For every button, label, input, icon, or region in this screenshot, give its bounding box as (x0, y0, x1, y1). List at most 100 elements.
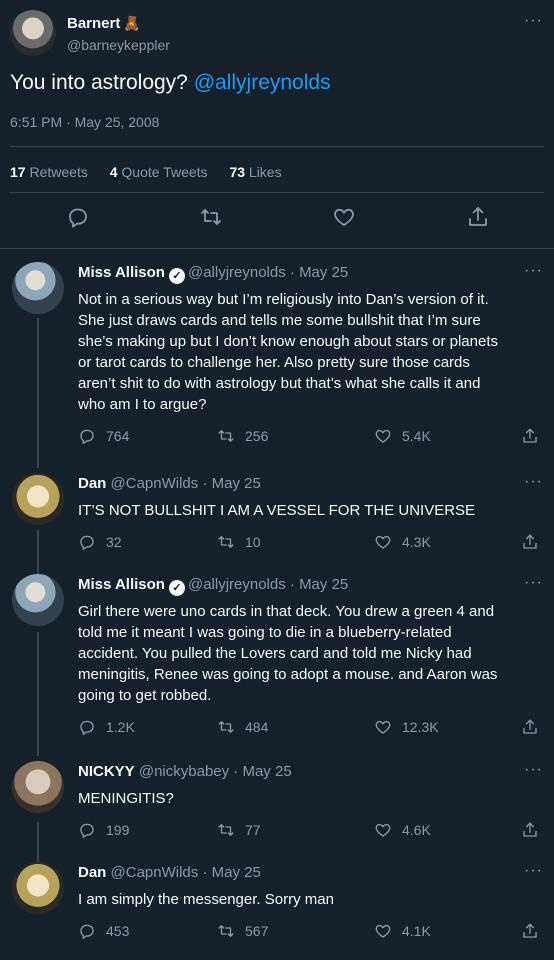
reply-icon[interactable] (66, 205, 90, 229)
like-action[interactable]: 4.6K (374, 821, 431, 839)
share-icon[interactable] (521, 533, 539, 551)
share-action[interactable] (521, 533, 539, 551)
retweet-icon[interactable] (217, 427, 235, 445)
retweets-stat[interactable]: 17 Retweets (10, 164, 88, 180)
reply-icon[interactable] (78, 427, 96, 445)
reply-header: Dan @CapnWilds · May 25 (78, 475, 261, 492)
reply-action-bar: 453 567 4.1K (78, 922, 548, 946)
like-icon[interactable] (374, 718, 392, 736)
share-action[interactable] (521, 821, 539, 839)
author-handle[interactable]: @nickybabey (139, 763, 229, 780)
avatar[interactable] (12, 262, 64, 314)
reply-date[interactable]: · May 25 (198, 475, 260, 492)
like-icon[interactable] (374, 821, 392, 839)
author-name[interactable]: Barnert 🧸 (67, 15, 141, 32)
reply-text-line: MENINGITIS? (78, 790, 174, 807)
avatar[interactable] (10, 10, 56, 56)
reply-text-line: she’s making up but I don’t know enough … (78, 333, 498, 350)
author-handle[interactable]: @CapnWilds (111, 864, 199, 881)
reply-icon[interactable] (78, 922, 96, 940)
main-tweet-header: Barnert 🧸 @barneykeppler ··· (10, 10, 544, 58)
retweet-action[interactable]: 256 (217, 427, 268, 445)
share-icon[interactable] (521, 718, 539, 736)
reply-icon[interactable] (78, 718, 96, 736)
reply-text: Not in a serious way but I’m religiously… (78, 289, 540, 415)
avatar[interactable] (12, 862, 64, 914)
reply-action-bar: 1.2K 484 12.3K (78, 718, 548, 742)
likes-stat[interactable]: 73 Likes (229, 164, 281, 180)
like-action[interactable]: 5.4K (374, 427, 431, 445)
thread-line (37, 530, 39, 574)
like-icon[interactable] (374, 922, 392, 940)
author-name[interactable]: NICKYY (78, 763, 135, 780)
mention-link[interactable]: @allyjreynolds (194, 71, 331, 94)
author-name[interactable]: Dan (78, 475, 106, 492)
divider (10, 192, 544, 193)
like-action[interactable]: 4.3K (374, 533, 431, 551)
more-options-icon[interactable]: ··· (524, 862, 543, 880)
avatar[interactable] (12, 473, 64, 525)
author-handle[interactable]: @barneykeppler (67, 37, 170, 53)
author-name[interactable]: Miss Allison (78, 264, 165, 281)
retweet-action[interactable]: 10 (217, 533, 261, 551)
more-options-icon[interactable]: ··· (524, 574, 543, 592)
reply-date[interactable]: · May 25 (198, 864, 260, 881)
tweet-text-body: You into astrology? (10, 71, 194, 94)
quote-tweets-stat[interactable]: 4 Quote Tweets (110, 164, 208, 180)
like-count: 5.4K (402, 428, 431, 444)
more-options-icon[interactable]: ··· (524, 12, 543, 30)
retweet-icon[interactable] (217, 922, 235, 940)
retweet-icon[interactable] (217, 718, 235, 736)
reply-date[interactable]: · May 25 (286, 264, 348, 281)
like-count: 12.3K (402, 719, 439, 735)
reply-text-line: Not in a serious way but I’m religiously… (78, 291, 489, 308)
reply-icon[interactable] (78, 533, 96, 551)
share-icon[interactable] (521, 821, 539, 839)
share-icon[interactable] (521, 427, 539, 445)
reply-text-line: or tarot cards to challenge her. Also pr… (78, 354, 470, 371)
reply-header: Dan @CapnWilds · May 25 (78, 864, 261, 881)
tweet-text: You into astrology? @allyjreynolds (10, 71, 331, 95)
like-count: 4.1K (402, 923, 431, 939)
reply-date[interactable]: · May 25 (229, 763, 291, 780)
avatar[interactable] (12, 574, 64, 626)
share-action[interactable] (521, 922, 539, 940)
reply-text-line: who am I to argue? (78, 396, 207, 413)
retweet-action[interactable]: 567 (217, 922, 268, 940)
retweet-icon[interactable] (217, 821, 235, 839)
reply-action[interactable]: 199 (78, 821, 129, 839)
retweet-icon[interactable] (199, 205, 223, 229)
author-handle[interactable]: @CapnWilds (111, 475, 199, 492)
retweet-action[interactable]: 484 (217, 718, 268, 736)
author-handle[interactable]: @allyjreynolds (188, 576, 286, 593)
share-action[interactable] (521, 718, 539, 736)
reply-text-line: accident. You pulled the Lovers card and… (78, 645, 472, 662)
reply-action[interactable]: 764 (78, 427, 129, 445)
more-options-icon[interactable]: ··· (524, 473, 543, 491)
reply-count: 1.2K (106, 719, 135, 735)
like-icon[interactable] (332, 205, 356, 229)
avatar[interactable] (12, 761, 64, 813)
retweet-icon[interactable] (217, 533, 235, 551)
like-icon[interactable] (374, 427, 392, 445)
more-options-icon[interactable]: ··· (524, 262, 543, 280)
like-action[interactable]: 12.3K (374, 718, 439, 736)
author-handle[interactable]: @allyjreynolds (188, 264, 286, 281)
reply-action[interactable]: 32 (78, 533, 122, 551)
author-name[interactable]: Dan (78, 864, 106, 881)
like-icon[interactable] (374, 533, 392, 551)
share-action[interactable] (521, 427, 539, 445)
share-icon[interactable] (521, 922, 539, 940)
author-name[interactable]: Miss Allison (78, 576, 165, 593)
retweet-action[interactable]: 77 (217, 821, 261, 839)
more-options-icon[interactable]: ··· (524, 761, 543, 779)
reply-date[interactable]: · May 25 (286, 576, 348, 593)
reply-action[interactable]: 1.2K (78, 718, 135, 736)
share-icon[interactable] (466, 205, 490, 229)
reply-text-line: told me it meant I was going to die in a… (78, 624, 452, 641)
reply-icon[interactable] (78, 821, 96, 839)
tweet-timestamp[interactable]: 6:51 PM · May 25, 2008 (10, 114, 159, 130)
like-action[interactable]: 4.1K (374, 922, 431, 940)
verified-badge-icon: ✓ (168, 580, 185, 596)
reply-action[interactable]: 453 (78, 922, 129, 940)
